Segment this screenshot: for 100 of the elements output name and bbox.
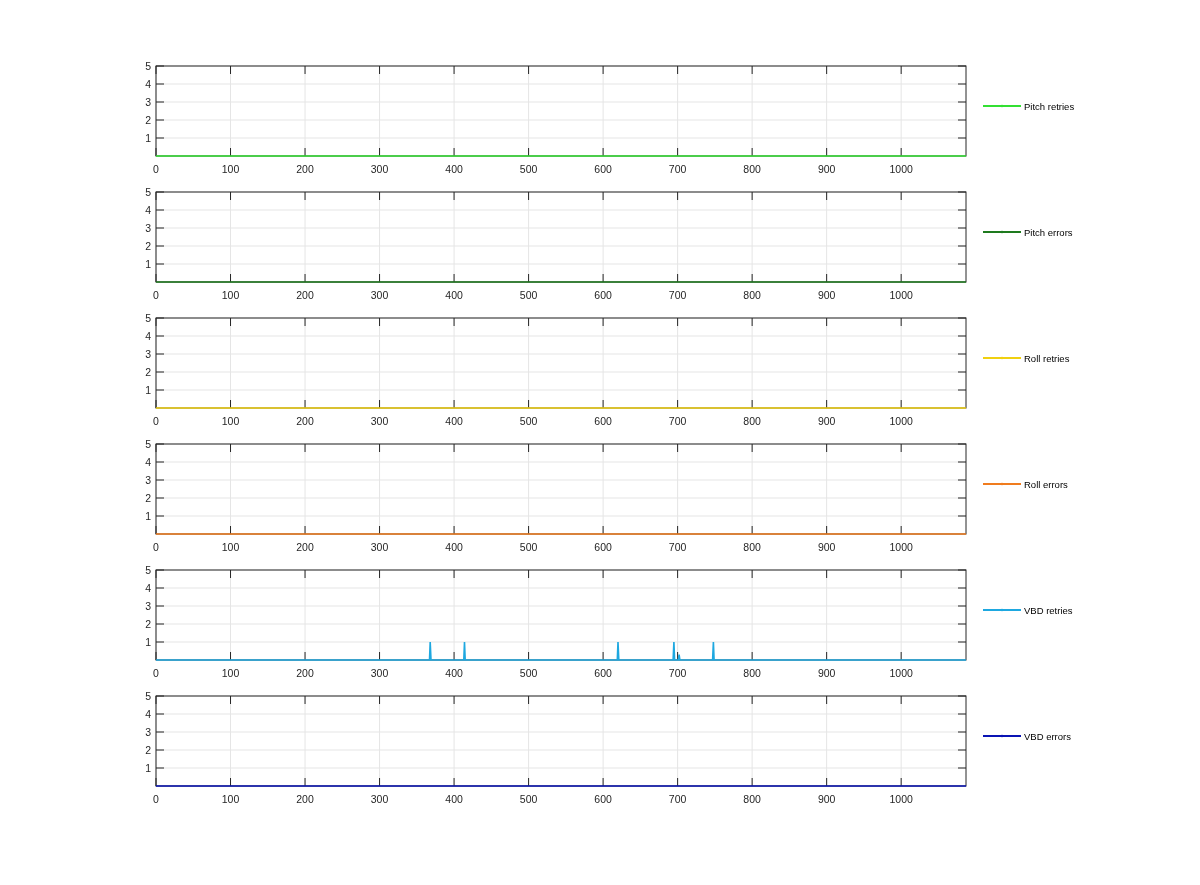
y-tick-label: 4 [145, 204, 151, 216]
x-tick-label: 800 [743, 289, 761, 301]
x-tick-label: 400 [445, 289, 463, 301]
y-tick-label: 4 [145, 456, 151, 468]
y-tick-label: 3 [145, 474, 151, 486]
y-tick-label: 2 [145, 114, 151, 126]
y-tick-label: 3 [145, 600, 151, 612]
x-tick-label: 600 [594, 667, 612, 679]
x-tick-label: 600 [594, 541, 612, 553]
y-tick-label: 1 [145, 384, 151, 396]
x-tick-label: 300 [370, 541, 389, 553]
x-tick-label: 900 [817, 541, 836, 553]
x-tick-label: 700 [668, 415, 687, 427]
x-tick-label: 800 [743, 793, 761, 805]
x-tick-label: 600 [594, 163, 612, 175]
y-tick-label: 4 [145, 708, 151, 720]
x-tick-label: 1000 [889, 541, 913, 553]
y-tick-label: 3 [145, 96, 151, 108]
y-tick-label: 1 [145, 510, 151, 522]
x-tick-label: 100 [221, 667, 240, 679]
x-tick-label: 700 [668, 793, 687, 805]
x-tick-label: 900 [817, 415, 836, 427]
x-tick-label: 500 [519, 541, 538, 553]
x-tick-label: 900 [817, 163, 836, 175]
y-tick-label: 2 [145, 618, 151, 630]
x-tick-label: 900 [817, 289, 836, 301]
x-tick-label: 500 [519, 289, 538, 301]
x-tick-label: 400 [445, 163, 463, 175]
y-tick-label: 3 [145, 222, 151, 234]
x-tick-label: 600 [594, 415, 612, 427]
x-tick-label: 500 [519, 667, 538, 679]
x-tick-label: 0 [153, 163, 159, 175]
x-tick-label: 100 [221, 289, 240, 301]
y-tick-label: 1 [145, 132, 151, 144]
x-tick-label: 500 [519, 415, 538, 427]
y-tick-label: 1 [145, 762, 151, 774]
x-tick-label: 500 [519, 163, 538, 175]
x-tick-label: 200 [296, 793, 314, 805]
y-tick-label: 3 [145, 348, 151, 360]
x-tick-label: 900 [817, 793, 836, 805]
y-tick-label: 5 [145, 690, 151, 702]
x-tick-label: 100 [221, 415, 240, 427]
legend-label: Pitch retries [1024, 100, 1075, 112]
x-tick-label: 100 [221, 163, 240, 175]
x-tick-label: 800 [743, 541, 761, 553]
x-tick-label: 700 [668, 541, 687, 553]
x-tick-label: 200 [296, 541, 314, 553]
x-tick-label: 500 [519, 793, 538, 805]
x-tick-label: 0 [153, 415, 159, 427]
x-tick-label: 100 [221, 793, 240, 805]
x-tick-label: 200 [296, 415, 314, 427]
x-tick-label: 600 [594, 793, 612, 805]
y-tick-label: 5 [145, 186, 151, 198]
y-tick-label: 2 [145, 492, 151, 504]
x-tick-label: 300 [370, 289, 389, 301]
y-tick-label: 4 [145, 330, 151, 342]
x-tick-label: 300 [370, 163, 389, 175]
x-tick-label: 0 [153, 667, 159, 679]
legend-label: Roll retries [1024, 352, 1070, 364]
y-tick-label: 5 [145, 564, 151, 576]
x-tick-label: 1000 [889, 163, 913, 175]
x-tick-label: 400 [445, 667, 463, 679]
y-tick-label: 2 [145, 366, 151, 378]
x-tick-label: 1000 [889, 667, 913, 679]
x-tick-label: 600 [594, 289, 612, 301]
x-tick-label: 700 [668, 667, 687, 679]
y-tick-label: 5 [145, 312, 151, 324]
x-tick-label: 0 [153, 541, 159, 553]
legend-label: VBD retries [1024, 604, 1073, 616]
x-tick-label: 200 [296, 667, 314, 679]
x-tick-label: 400 [445, 541, 463, 553]
x-tick-label: 700 [668, 289, 687, 301]
x-tick-label: 800 [743, 415, 761, 427]
y-tick-label: 5 [145, 60, 151, 72]
x-tick-label: 300 [370, 415, 389, 427]
x-tick-label: 900 [817, 667, 836, 679]
x-tick-label: 1000 [889, 289, 913, 301]
x-tick-label: 0 [153, 793, 159, 805]
x-tick-label: 200 [296, 163, 314, 175]
x-tick-label: 800 [743, 667, 761, 679]
x-tick-label: 100 [221, 541, 240, 553]
x-tick-label: 1000 [889, 793, 913, 805]
x-tick-label: 0 [153, 289, 159, 301]
y-tick-label: 1 [145, 258, 151, 270]
x-tick-label: 800 [743, 163, 761, 175]
y-tick-label: 1 [145, 636, 151, 648]
x-tick-label: 400 [445, 415, 463, 427]
y-tick-label: 4 [145, 78, 151, 90]
x-tick-label: 300 [370, 793, 389, 805]
legend-label: Pitch errors [1024, 226, 1073, 238]
y-tick-label: 3 [145, 726, 151, 738]
x-tick-label: 400 [445, 793, 463, 805]
x-tick-label: 700 [668, 163, 687, 175]
y-tick-label: 5 [145, 438, 151, 450]
x-tick-label: 1000 [889, 415, 913, 427]
y-tick-label: 4 [145, 582, 151, 594]
x-tick-label: 300 [370, 667, 389, 679]
x-tick-label: 200 [296, 289, 314, 301]
y-tick-label: 2 [145, 744, 151, 756]
legend-label: Roll errors [1024, 478, 1068, 490]
